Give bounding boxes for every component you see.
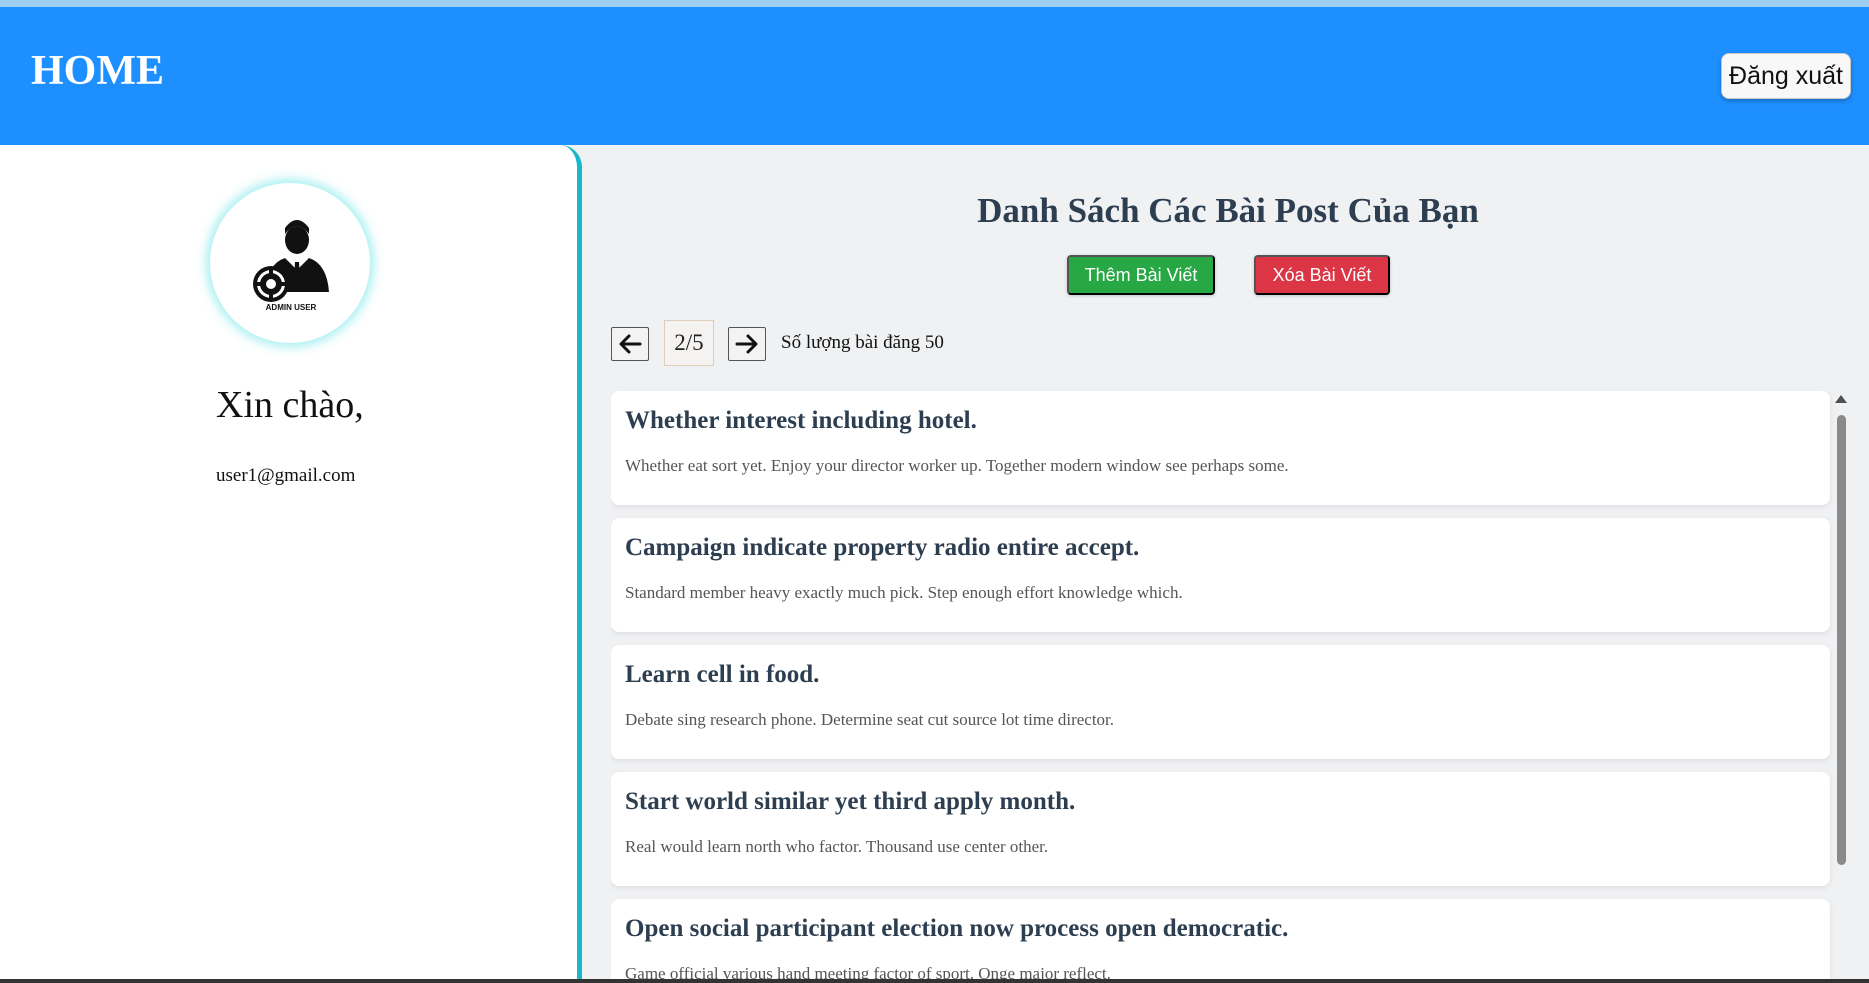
home-title[interactable]: HOME (31, 47, 164, 95)
greeting-text: Xin chào, (216, 384, 364, 426)
post-body: Standard member heavy exactly much pick.… (625, 583, 1183, 602)
pagination: 2/5 Số lượng bài đăng 50 (611, 320, 1111, 366)
post-card[interactable]: Whether interest including hotel. Whethe… (611, 391, 1830, 505)
post-card[interactable]: Learn cell in food. Debate sing research… (611, 645, 1830, 759)
avatar: ADMIN USER (210, 183, 370, 343)
user-email: user1@gmail.com (216, 465, 356, 486)
logout-button[interactable]: Đăng xuất (1721, 53, 1851, 99)
post-body: Whether eat sort yet. Enjoy your directo… (625, 456, 1289, 475)
post-card[interactable]: Campaign indicate property radio entire … (611, 518, 1830, 632)
post-body: Real would learn north who factor. Thous… (625, 837, 1049, 856)
prev-page-button[interactable] (611, 327, 649, 361)
scroll-thumb[interactable] (1837, 415, 1846, 865)
post-card[interactable]: Start world similar yet third apply mont… (611, 772, 1830, 886)
delete-post-button[interactable]: Xóa Bài Viết (1254, 255, 1390, 295)
arrow-left-icon (619, 334, 642, 354)
avatar-caption: ADMIN USER (266, 303, 317, 312)
post-card[interactable]: Open social participant election now pro… (611, 899, 1830, 983)
post-title[interactable]: Learn cell in food. (625, 661, 819, 689)
post-title[interactable]: Start world similar yet third apply mont… (625, 788, 1075, 816)
user-sidebar: ADMIN USER Xin chào, user1@gmail.com (0, 145, 582, 983)
post-count-text: Số lượng bài đăng 50 (781, 332, 944, 353)
main-content: Danh Sách Các Bài Post Của Bạn Thêm Bài … (587, 145, 1869, 983)
arrow-right-icon (735, 334, 758, 354)
scroll-up-arrow-icon[interactable] (1835, 395, 1847, 403)
page-title: Danh Sách Các Bài Post Của Bạn (977, 191, 1479, 230)
post-title[interactable]: Whether interest including hotel. (625, 407, 977, 435)
add-post-button[interactable]: Thêm Bài Viết (1067, 255, 1215, 295)
post-title[interactable]: Open social participant election now pro… (625, 915, 1288, 943)
post-title[interactable]: Campaign indicate property radio entire … (625, 534, 1139, 562)
top-strip (0, 0, 1869, 7)
page-indicator: 2/5 (664, 320, 714, 366)
header-bar: HOME Đăng xuất (0, 7, 1869, 145)
post-list-scrollbar[interactable] (1832, 391, 1849, 983)
admin-user-icon: ADMIN USER (253, 220, 329, 312)
bottom-edge (0, 979, 1869, 983)
post-body: Debate sing research phone. Determine se… (625, 710, 1115, 729)
post-list[interactable]: Whether interest including hotel. Whethe… (611, 391, 1851, 983)
next-page-button[interactable] (728, 327, 766, 361)
